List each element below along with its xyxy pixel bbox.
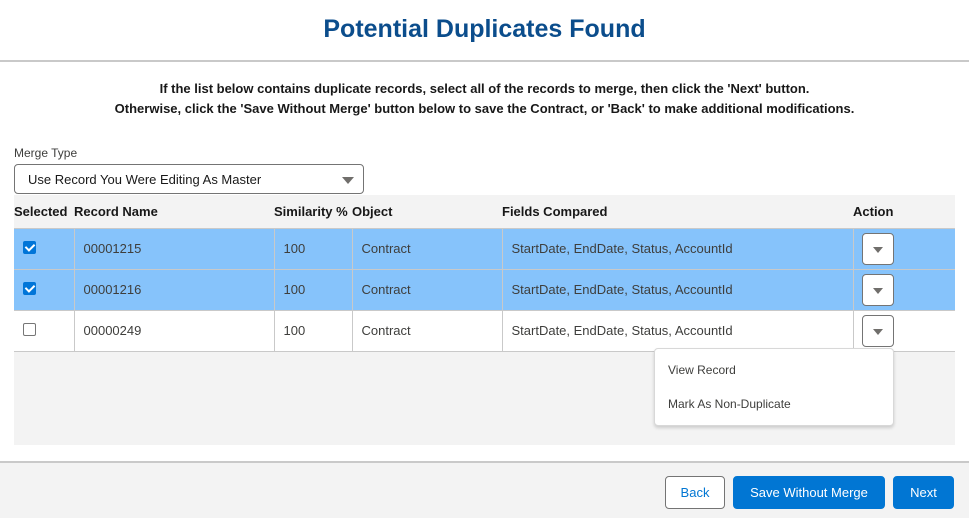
instructions-line-2: Otherwise, click the 'Save Without Merge… (114, 101, 855, 116)
instructions: If the list below contains duplicate rec… (0, 79, 969, 119)
table-row[interactable]: 00000249 100 Contract StartDate, EndDate… (14, 310, 955, 352)
merge-type-select[interactable]: Use Record You Were Editing As Master (14, 164, 364, 194)
table-row[interactable]: 00001215 100 Contract StartDate, EndDate… (14, 228, 955, 270)
similarity-cell: 100 (274, 269, 353, 311)
save-without-merge-button[interactable]: Save Without Merge (733, 476, 885, 509)
table-header-row: Selected Record Name Similarity % Object… (14, 195, 955, 229)
column-header-record-name: Record Name (74, 195, 274, 229)
similarity-cell: 100 (274, 310, 353, 352)
object-cell: Contract (352, 310, 503, 352)
menu-item-mark-non-duplicate[interactable]: Mark As Non-Duplicate (668, 397, 791, 411)
duplicates-table: Selected Record Name Similarity % Object… (14, 195, 955, 352)
column-header-selected: Selected (14, 195, 74, 229)
similarity-cell: 100 (274, 228, 353, 270)
record-name-cell: 00000249 (74, 310, 275, 352)
record-name-cell: 00001216 (74, 269, 275, 311)
menu-item-view-record[interactable]: View Record (668, 363, 736, 377)
chevron-down-icon (342, 177, 354, 184)
fields-compared-cell: StartDate, EndDate, Status, AccountId (502, 269, 854, 311)
column-header-object: Object (352, 195, 502, 229)
back-button[interactable]: Back (665, 476, 725, 509)
record-name-cell: 00001215 (74, 228, 275, 270)
fields-compared-cell: StartDate, EndDate, Status, AccountId (502, 310, 854, 352)
page-title: Potential Duplicates Found (323, 14, 646, 43)
object-cell: Contract (352, 228, 503, 270)
instructions-line-1: If the list below contains duplicate rec… (159, 81, 810, 96)
page-header: Potential Duplicates Found (0, 0, 969, 62)
row-select-checkbox[interactable] (23, 322, 36, 336)
column-header-fields-compared: Fields Compared (502, 195, 853, 229)
table-row[interactable]: 00001216 100 Contract StartDate, EndDate… (14, 269, 955, 311)
row-action-dropdown-button[interactable] (861, 314, 894, 347)
merge-type-label: Merge Type (14, 146, 78, 160)
row-action-dropdown-button[interactable] (861, 273, 894, 306)
row-select-checkbox[interactable] (23, 240, 36, 254)
row-select-checkbox[interactable] (23, 281, 36, 295)
fields-compared-cell: StartDate, EndDate, Status, AccountId (502, 228, 854, 270)
next-button[interactable]: Next (893, 476, 954, 509)
column-header-similarity: Similarity % (274, 195, 352, 229)
footer: Back Save Without Merge Next (0, 461, 969, 518)
row-action-dropdown-button[interactable] (861, 232, 894, 265)
merge-type-value: Use Record You Were Editing As Master (28, 171, 262, 187)
row-action-menu: View Record Mark As Non-Duplicate (654, 348, 894, 426)
object-cell: Contract (352, 269, 503, 311)
column-header-action: Action (853, 195, 955, 229)
